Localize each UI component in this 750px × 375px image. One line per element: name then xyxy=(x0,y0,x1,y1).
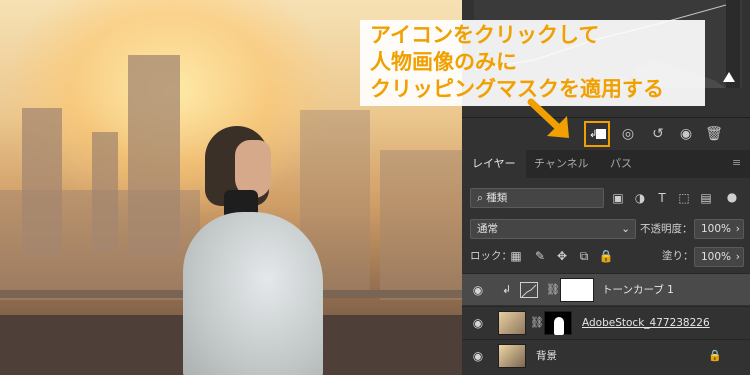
opacity-label: 不透明度： xyxy=(640,223,693,235)
chevron-right-icon: › xyxy=(735,251,740,263)
annotation-line-3: クリッピングマスクを適用する xyxy=(370,77,664,101)
filter-kind-select[interactable]: ⌕ 種類 xyxy=(470,188,604,208)
annotation-callout: アイコンをクリックして 人物画像のみに クリッピングマスクを適用する xyxy=(360,20,705,106)
panel-menu-icon[interactable]: ≡ xyxy=(732,157,744,168)
adjustment-filter-icon[interactable]: ◑ xyxy=(632,190,648,206)
blend-mode-value: 通常 xyxy=(477,223,498,235)
lock-all-icon[interactable]: 🔒 xyxy=(598,248,614,264)
building xyxy=(0,190,200,300)
opacity-input[interactable]: 100% › xyxy=(694,219,744,239)
tab-channels[interactable]: チャンネル xyxy=(524,150,599,178)
annotation-line-1: アイコンをクリックして xyxy=(370,23,600,47)
fill-value: 100% xyxy=(701,251,732,263)
chain-link-icon[interactable]: ⛓ xyxy=(546,283,560,297)
lock-image-icon[interactable]: ✎ xyxy=(532,248,548,264)
search-icon: ⌕ xyxy=(477,192,483,204)
lock-row: ロック： ▦ ✎ ✥ ⧉ 🔒 塗り： 100% › xyxy=(462,246,750,268)
curve-glyph xyxy=(521,284,537,298)
blend-row: 通常 ⌄ 不透明度： 100% › xyxy=(462,218,750,240)
lock-transparent-icon[interactable]: ▦ xyxy=(508,248,524,264)
chevron-right-icon: › xyxy=(735,223,740,235)
tab-layers[interactable]: レイヤー xyxy=(462,150,526,178)
visibility-eye-icon[interactable]: ◉ xyxy=(470,283,486,297)
filter-kind-label: 種類 xyxy=(486,192,508,204)
building xyxy=(380,150,462,300)
view-previous-state-icon[interactable]: ◎ xyxy=(618,125,638,143)
pixel-filter-icon[interactable]: ▣ xyxy=(610,190,626,206)
layer-thumbnail xyxy=(498,344,526,368)
layer-thumbnail xyxy=(498,311,526,335)
layer-square-icon xyxy=(596,129,606,139)
reset-icon[interactable]: ↺ xyxy=(648,125,668,143)
chain-link-icon[interactable]: ⛓ xyxy=(530,316,544,330)
clip-arrow-icon: ↲ xyxy=(589,129,598,140)
chevron-down-icon: ⌄ xyxy=(621,223,630,235)
visibility-eye-icon[interactable]: ◉ xyxy=(676,125,696,143)
white-point-slider[interactable] xyxy=(723,72,735,82)
layers-tab-bar: レイヤー チャンネル パス ≡ xyxy=(462,150,750,178)
visibility-eye-icon[interactable]: ◉ xyxy=(470,316,486,330)
layer-mask-thumbnail[interactable] xyxy=(544,311,572,335)
smart-object-filter-icon[interactable]: ▤ xyxy=(698,190,714,206)
person-silhouette xyxy=(554,317,564,335)
properties-toolbar: ↲ ◎ ↺ ◉ 🗑 xyxy=(462,118,750,150)
layer-row-background[interactable]: ◉ 背景 🔒 xyxy=(462,339,750,375)
blend-mode-select[interactable]: 通常 ⌄ xyxy=(470,219,636,239)
tab-paths[interactable]: パス xyxy=(600,150,642,178)
type-filter-icon[interactable]: T xyxy=(654,190,670,206)
filter-toggle-icon[interactable]: ● xyxy=(724,189,740,205)
fill-label: 塗り： xyxy=(662,250,694,262)
shape-filter-icon[interactable]: ⬚ xyxy=(676,190,692,206)
lock-icon: 🔒 xyxy=(708,349,722,362)
fill-input[interactable]: 100% › xyxy=(694,247,744,267)
layer-row-photo[interactable]: ◉ ⛓ AdobeStock_477238226 xyxy=(462,306,750,338)
annotation-line-2: 人物画像のみに xyxy=(370,50,517,74)
clipping-indicator-icon: ↲ xyxy=(502,283,512,296)
layer-name: AdobeStock_477238226 xyxy=(582,317,710,329)
curves-adjustment-icon xyxy=(520,282,538,298)
person-coat xyxy=(183,212,323,375)
opacity-value: 100% xyxy=(701,223,732,235)
pointer-arrow-icon xyxy=(527,98,569,138)
layer-name: トーンカーブ 1 xyxy=(602,284,674,296)
clip-to-layer-button[interactable]: ↲ xyxy=(584,121,610,147)
layer-row-tone-curve[interactable]: ◉ ↲ ⛓ トーンカーブ 1 xyxy=(462,273,750,305)
lock-artboard-icon[interactable]: ⧉ xyxy=(576,248,592,264)
layer-name: 背景 xyxy=(536,350,557,362)
lock-label: ロック： xyxy=(470,250,512,262)
trash-icon[interactable]: 🗑 xyxy=(704,125,724,143)
lock-position-icon[interactable]: ✥ xyxy=(554,248,570,264)
visibility-eye-icon[interactable]: ◉ xyxy=(470,349,486,363)
filter-row: ⌕ 種類 ▣ ◑ T ⬚ ▤ ● xyxy=(462,187,750,209)
layer-mask-thumbnail[interactable] xyxy=(560,278,594,302)
